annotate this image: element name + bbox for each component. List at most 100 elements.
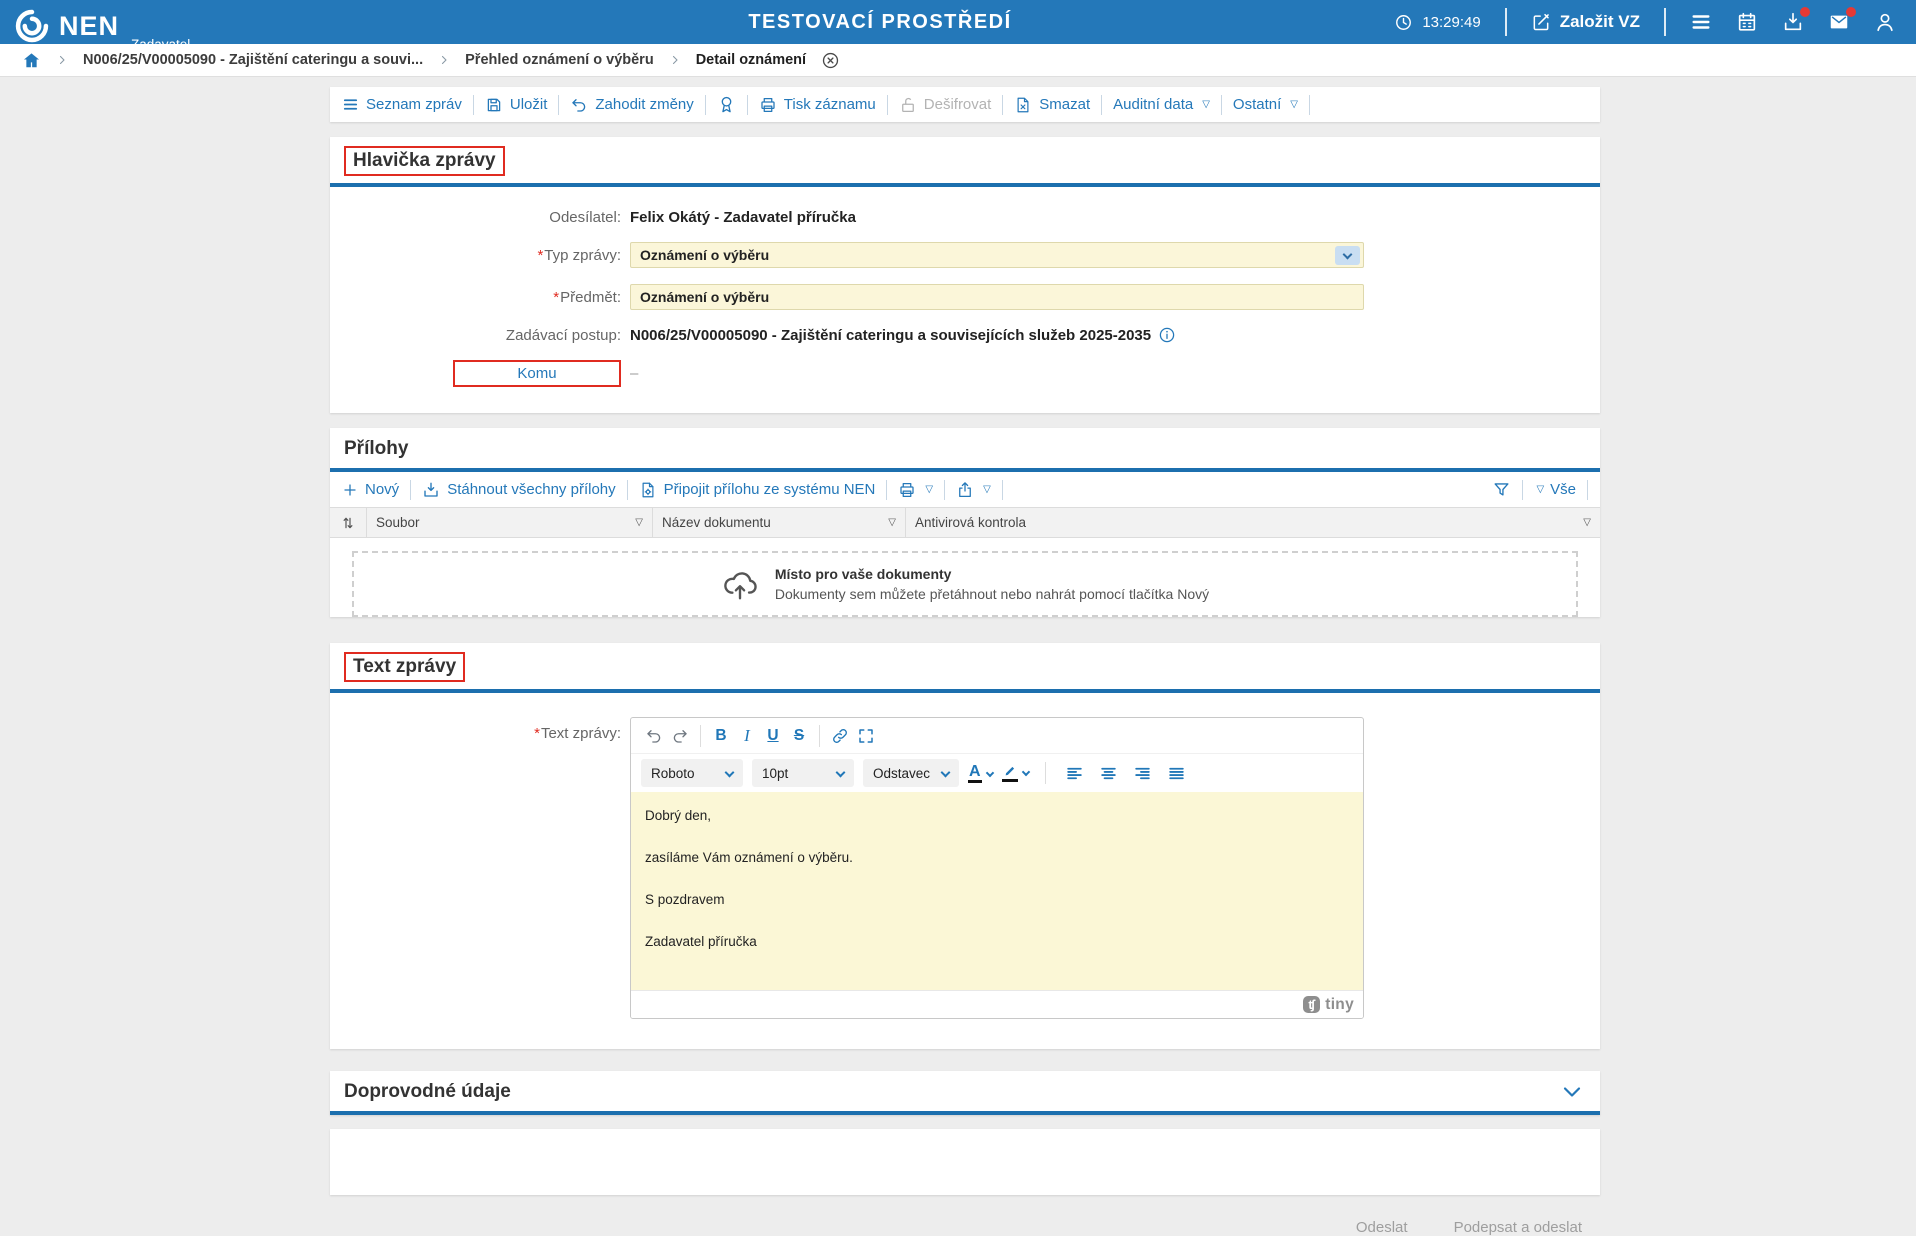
delete-button[interactable]: Smazat: [1014, 96, 1090, 114]
message-list-button[interactable]: Seznam zpráv: [342, 96, 462, 113]
page-background: Seznam zpráv Uložit Zahodit změny Tisk z…: [0, 78, 1916, 1155]
downloads-notification-badge: [1800, 7, 1810, 17]
print-attachments-menu[interactable]: ▽: [898, 481, 933, 499]
breadcrumb-item-procedure[interactable]: N006/25/V00005090 - Zajištění cateringu …: [83, 52, 423, 68]
undo-button[interactable]: [641, 723, 667, 749]
info-icon: [1158, 326, 1176, 344]
recipient-link[interactable]: Komu: [453, 360, 621, 387]
font-size-select[interactable]: 10pt: [752, 759, 854, 787]
chevron-down-icon: [836, 768, 846, 778]
align-left-button[interactable]: [1065, 764, 1084, 783]
close-tab-button[interactable]: [821, 51, 840, 70]
main-menu-button[interactable]: [1690, 11, 1712, 33]
procedure-value: N006/25/V00005090 - Zajištění cateringu …: [630, 327, 1151, 344]
toolbar-separator: [886, 480, 887, 500]
underline-button[interactable]: U: [760, 723, 786, 749]
strikethrough-button[interactable]: S: [786, 723, 812, 749]
tinymce-brand: tiny: [1325, 996, 1354, 1014]
expand-section-button[interactable]: [1560, 1080, 1584, 1104]
breadcrumb-separator-icon: [669, 54, 681, 66]
share-icon: [956, 481, 974, 499]
toolbar-separator: [1309, 95, 1310, 115]
align-justify-button[interactable]: [1167, 764, 1186, 783]
undo-icon: [570, 96, 588, 114]
section-title-message-header: Hlavička zprávy: [344, 146, 505, 176]
sender-value: Felix Okátý - Zadavatel příručka: [630, 209, 856, 226]
calendar-button[interactable]: [1736, 11, 1758, 33]
sender-label: Odesílatel:: [330, 209, 630, 226]
plus-icon: [342, 482, 358, 498]
column-filter-triangle-icon[interactable]: ▽: [1583, 518, 1591, 528]
user-profile-button[interactable]: [1874, 11, 1896, 33]
save-button[interactable]: Uložit: [485, 96, 548, 114]
toolbar-separator: [747, 95, 748, 115]
nen-logo[interactable]: NEN Zadavatel: [14, 8, 119, 44]
highlight-color-button[interactable]: [1002, 764, 1029, 782]
printer-icon: [759, 96, 777, 114]
select-dropdown-button[interactable]: [1335, 246, 1360, 265]
record-command-bar: Seznam zpráv Uložit Zahodit změny Tisk z…: [330, 87, 1600, 122]
chevron-down-icon: [725, 768, 735, 778]
required-asterisk: *: [534, 725, 540, 742]
seal-button[interactable]: [717, 95, 736, 114]
brand-name: NEN: [59, 14, 119, 38]
cloud-upload-icon: [721, 565, 759, 603]
align-right-icon: [1133, 764, 1152, 783]
required-asterisk: *: [553, 289, 559, 306]
align-right-button[interactable]: [1133, 764, 1152, 783]
attach-from-nen-button[interactable]: Připojit přílohu ze systému NEN: [639, 481, 876, 499]
column-filter-triangle-icon[interactable]: ▽: [635, 518, 643, 528]
column-filter-triangle-icon[interactable]: ▽: [888, 518, 896, 528]
highlighter-pen-icon: [1002, 764, 1018, 782]
discard-changes-button[interactable]: Zahodit změny: [570, 96, 693, 114]
audit-data-menu[interactable]: Auditní data ▽: [1113, 96, 1210, 113]
redo-button[interactable]: [667, 723, 693, 749]
attachments-dropzone[interactable]: Místo pro vaše dokumenty Dokumenty sem m…: [352, 551, 1578, 617]
align-center-button[interactable]: [1099, 764, 1118, 783]
bold-button[interactable]: B: [708, 723, 734, 749]
info-button[interactable]: [1158, 326, 1176, 344]
send-button[interactable]: Odeslat: [1356, 1219, 1408, 1236]
italic-button[interactable]: I: [734, 723, 760, 749]
create-tender-button[interactable]: Založit VZ: [1531, 12, 1640, 32]
messages-button[interactable]: [1828, 11, 1850, 33]
decrypt-button[interactable]: Dešifrovat: [899, 96, 992, 114]
new-attachment-button[interactable]: Nový: [342, 481, 399, 498]
text-color-button[interactable]: A: [968, 764, 993, 783]
chevron-down-icon: [1560, 1080, 1584, 1104]
chevron-down-icon: [985, 768, 993, 776]
subject-input[interactable]: Oznámení o výběru: [630, 284, 1364, 310]
downloads-button[interactable]: [1782, 11, 1804, 33]
download-all-attachments-button[interactable]: Stáhnout všechny přílohy: [422, 481, 615, 499]
fullscreen-button[interactable]: [853, 723, 879, 749]
block-format-select[interactable]: Odstavec: [863, 759, 959, 787]
show-all-filter[interactable]: ▽ Vše: [1534, 481, 1576, 498]
redo-icon: [671, 727, 689, 745]
save-icon: [485, 96, 503, 114]
breadcrumb-item-overview[interactable]: Přehled oznámení o výběru: [465, 52, 654, 68]
home-button[interactable]: [22, 51, 41, 70]
unlock-icon: [899, 96, 917, 114]
editor-paragraph: Dobrý den,: [645, 808, 1349, 823]
column-header-antivir[interactable]: Antivirová kontrola ▽: [906, 508, 1600, 537]
print-record-button[interactable]: Tisk záznamu: [759, 96, 876, 114]
tinymce-logo-icon: ʧ: [1303, 996, 1320, 1013]
dropdown-triangle-icon: ▽: [1290, 100, 1298, 110]
export-attachments-menu[interactable]: ▽: [956, 481, 991, 499]
sign-and-send-button[interactable]: Podepsat a odeslat: [1454, 1219, 1582, 1236]
link-icon: [831, 727, 849, 745]
font-family-select[interactable]: Roboto: [641, 759, 743, 787]
column-header-soubor[interactable]: Soubor ▽: [367, 508, 653, 537]
column-settings-button[interactable]: [330, 508, 367, 537]
edit-icon: [1531, 12, 1551, 32]
message-type-select[interactable]: Oznámení o výběru: [630, 242, 1364, 268]
align-left-icon: [1065, 764, 1084, 783]
insert-link-button[interactable]: [827, 723, 853, 749]
other-menu[interactable]: Ostatní ▽: [1233, 96, 1298, 113]
editor-toolbar-row2: Roboto 10pt Odstavec A: [631, 754, 1363, 792]
filter-button[interactable]: [1492, 480, 1511, 499]
column-header-nazev[interactable]: Název dokumentu ▽: [653, 508, 906, 537]
section-title-attachments: Přílohy: [344, 438, 408, 460]
section-title-message-text: Text zprávy: [344, 652, 465, 682]
editor-content[interactable]: Dobrý den, zasíláme Vám oznámení o výběr…: [631, 792, 1363, 990]
